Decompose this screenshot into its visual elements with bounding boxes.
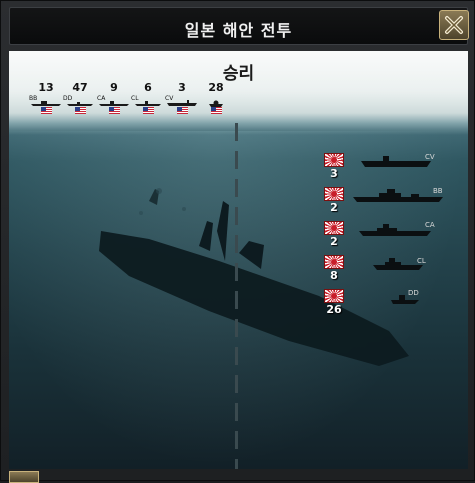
us-flag-icon: [143, 107, 154, 114]
allied-losses: 13 BB 47 DD 9 CA 6 CL 3 CV 28: [29, 81, 229, 121]
us-flag-icon: [177, 107, 188, 114]
axis-type: DD: [408, 289, 419, 297]
battle-scene: 승리 13 BB 47 DD 9 CA 6 CL 3 CV 28 3 CV 2 …: [9, 51, 468, 469]
allied-count: 3: [178, 81, 186, 94]
axis-unit-dd: 26 DD: [321, 289, 461, 323]
heavy-cruiser-icon: [99, 101, 129, 106]
allied-unit-sub: 28: [199, 81, 233, 121]
allied-count: 13: [38, 81, 54, 94]
allied-unit-ca: 9 CA: [97, 81, 131, 121]
allied-unit-bb: 13 BB: [29, 81, 63, 121]
corner-button[interactable]: [9, 471, 39, 483]
allied-unit-cv: 3 CV: [165, 81, 199, 121]
japan-flag-icon: [324, 255, 344, 269]
us-flag-icon: [109, 107, 120, 114]
close-icon: [445, 16, 463, 34]
axis-unit-cv: 3 CV: [321, 153, 461, 187]
axis-unit-ca: 2 CA: [321, 221, 461, 255]
window-title: 일본 해안 전투: [184, 21, 293, 40]
allied-unit-cl: 6 CL: [131, 81, 165, 121]
axis-count: 2: [330, 235, 338, 248]
battleship-icon: [31, 101, 61, 106]
axis-unit-cl: 8 CL: [321, 255, 461, 289]
us-flag-icon: [41, 107, 52, 114]
axis-unit-bb: 2 BB: [321, 187, 461, 221]
battle-divider: [235, 123, 238, 469]
battleship-icon: [353, 189, 443, 202]
japan-flag-icon: [324, 187, 344, 201]
axis-type: CL: [417, 257, 426, 265]
japan-flag-icon: [324, 153, 344, 167]
japan-flag-icon: [324, 289, 344, 303]
axis-count: 3: [330, 167, 338, 180]
allied-count: 9: [110, 81, 118, 94]
allied-count: 47: [72, 81, 88, 94]
axis-type: CA: [425, 221, 435, 229]
japan-flag-icon: [324, 221, 344, 235]
destroyer-icon: [67, 102, 93, 106]
us-flag-icon: [75, 107, 86, 114]
battle-window: 일본 해안 전투 승리 13 BB 47 DD 9 CA 6 CL 3 CV 2…: [0, 0, 475, 483]
title-bar: 일본 해안 전투: [9, 7, 468, 45]
allied-unit-dd: 47 DD: [63, 81, 97, 121]
axis-count: 2: [330, 201, 338, 214]
us-flag-icon: [211, 107, 222, 114]
carrier-icon: [167, 100, 197, 106]
axis-count: 8: [330, 269, 338, 282]
heavy-cruiser-icon: [359, 224, 431, 236]
allied-count: 6: [144, 81, 152, 94]
carrier-icon: [361, 156, 431, 167]
close-button[interactable]: [439, 10, 469, 40]
axis-type: CV: [425, 153, 435, 161]
light-cruiser-icon: [135, 101, 161, 106]
axis-count: 26: [326, 303, 342, 316]
allied-count: 28: [208, 81, 224, 94]
axis-type: BB: [433, 187, 443, 195]
light-cruiser-icon: [373, 258, 423, 270]
